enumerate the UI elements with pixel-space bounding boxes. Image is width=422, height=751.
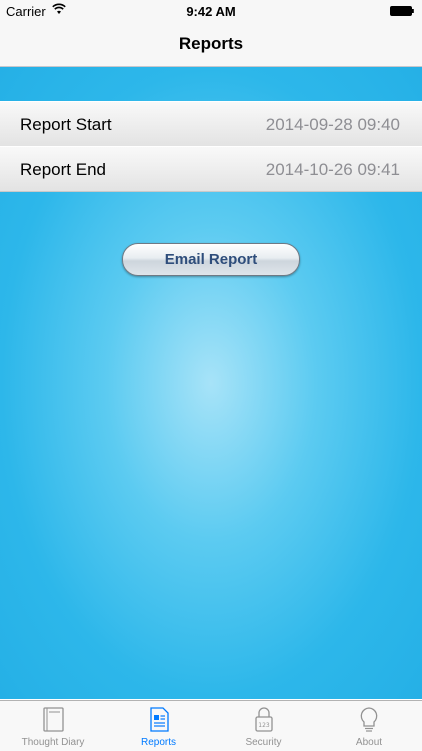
tab-label-security: Security xyxy=(245,737,282,748)
status-bar: Carrier 9:42 AM xyxy=(0,0,422,22)
report-end-label: Report End xyxy=(20,160,106,179)
tab-label-thought-diary: Thought Diary xyxy=(21,737,85,748)
page-title: Reports xyxy=(178,34,244,53)
battery-icon xyxy=(390,6,414,16)
status-time: 9:42 AM xyxy=(186,4,236,19)
report-start-label: Report Start xyxy=(20,115,112,134)
tab-label-reports: Reports xyxy=(140,737,176,748)
reports-content: Report Start 2014-09-28 09:40 Report End… xyxy=(0,67,422,699)
report-start-value: 2014-09-28 09:40 xyxy=(265,115,400,134)
email-report-button[interactable]: Email Report xyxy=(122,243,300,276)
tab-label-about: About xyxy=(355,737,383,748)
tab-reports[interactable]: Reports xyxy=(106,701,211,751)
lightbulb-icon xyxy=(360,707,378,732)
lock-icon: 123 xyxy=(254,707,273,732)
report-end-value: 2014-10-26 09:41 xyxy=(265,160,400,179)
tab-thought-diary[interactable]: Thought Diary xyxy=(0,701,106,751)
report-start-row[interactable]: Report Start 2014-09-28 09:40 xyxy=(0,101,422,147)
svg-text:123: 123 xyxy=(258,722,270,729)
navigation-bar: Reports xyxy=(0,22,422,67)
notebook-icon xyxy=(43,707,64,732)
tab-bar: Thought Diary Reports 123 Security About xyxy=(0,700,422,751)
report-end-row[interactable]: Report End 2014-10-26 09:41 xyxy=(0,146,422,192)
tab-about[interactable]: About xyxy=(316,701,422,751)
tab-security[interactable]: 123 Security xyxy=(211,701,316,751)
document-icon xyxy=(149,707,169,732)
